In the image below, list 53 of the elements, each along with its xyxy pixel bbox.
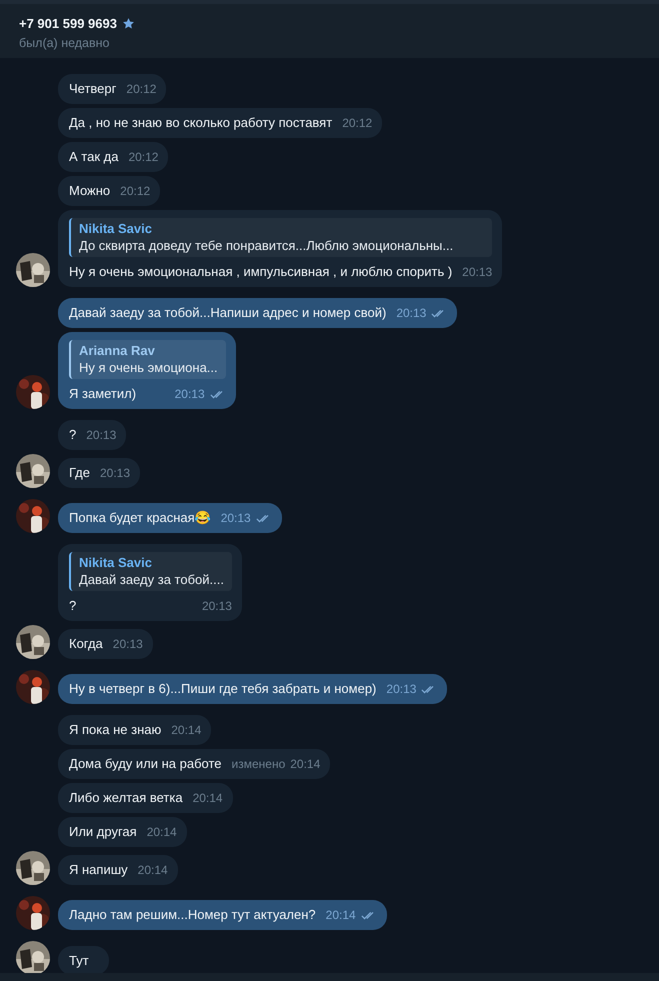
last-seen-status: был(а) недавно xyxy=(19,36,111,50)
message-text: А так да xyxy=(69,148,118,165)
message-time: 20:14 xyxy=(171,722,202,739)
message-text: Ладно там решим...Номер тут актуален? xyxy=(69,906,316,923)
message-time: 20:13 xyxy=(112,636,143,653)
message-time: 20:12 xyxy=(120,183,150,200)
message-text: Да , но не знаю во сколько работу поставят xyxy=(69,114,332,131)
message-input-bar[interactable] xyxy=(0,973,659,981)
message-text: Я заметил) xyxy=(69,385,136,402)
message-text: Попка будет красная😂 xyxy=(69,509,211,526)
message-text: Либо желтая ветка xyxy=(69,789,183,806)
reply-quote[interactable]: Arianna Rav Ну я очень эмоциона... xyxy=(69,340,226,379)
star-icon xyxy=(122,17,135,30)
reply-text: Ну я очень эмоциона... xyxy=(79,359,218,376)
reply-author: Nikita Savic xyxy=(79,554,153,571)
message-time: 20:13 xyxy=(386,681,416,698)
message-text: Ну я очень эмоциональная , импульсивная , и люблю спорить ) xyxy=(69,263,452,280)
reply-author: Nikita Savic xyxy=(79,220,153,237)
message-time: 20:12 xyxy=(342,115,372,132)
message-time: 20:13 xyxy=(174,386,205,403)
message-text: Я пока не знаю xyxy=(69,721,162,738)
message-time: 20:14 xyxy=(192,790,223,807)
message-time: 20:13 xyxy=(202,598,232,615)
message-text: Давай заеду за тобой...Напиши адрес и номер свой) xyxy=(69,304,386,321)
message-text: Или другая xyxy=(69,823,137,840)
edited-label: изменено xyxy=(232,756,286,773)
message-text: Когда xyxy=(69,635,103,652)
message-text: Четверг xyxy=(69,80,116,97)
message-time: 20:13 xyxy=(86,427,116,444)
message-time: 20:12 xyxy=(128,149,158,166)
reply-text: Давай заеду за тобой.... xyxy=(79,571,224,588)
message-text: Можно xyxy=(69,182,110,199)
reply-author: Arianna Rav xyxy=(79,342,156,359)
contact-name: +7 901 599 9693 xyxy=(19,16,117,31)
message-time: 20:14 xyxy=(290,756,320,773)
message-time: 20:13 xyxy=(462,264,492,281)
message-text: Тут xyxy=(69,952,89,969)
message-text: Дома буду или на работе xyxy=(69,755,222,772)
reply-quote[interactable]: Nikita Savic Давай заеду за тобой.... xyxy=(69,552,232,591)
reply-text: До сквирта доведу тебе понравится...Люблю эмоциональны... xyxy=(79,237,454,254)
message-text: ? xyxy=(69,597,76,614)
message-text: ? xyxy=(69,426,76,443)
message-time: 20:13 xyxy=(396,305,426,322)
message-time: 20:13 xyxy=(100,465,130,482)
message-time: 20:13 xyxy=(220,510,251,527)
message-time: 20:14 xyxy=(146,824,177,841)
message-text: Ну в четверг в 6)...Пиши где тебя забрать и номер) xyxy=(69,680,376,697)
message-time: 20:14 xyxy=(326,907,356,924)
message-time: 20:14 xyxy=(138,862,168,879)
reply-quote[interactable]: Nikita Savic До сквирта доведу тебе понравится...Люблю эмоциональны... xyxy=(69,218,492,257)
message-time: 20:12 xyxy=(126,81,156,98)
message-text: Я напишу xyxy=(69,861,128,878)
message-text: Где xyxy=(69,464,90,481)
